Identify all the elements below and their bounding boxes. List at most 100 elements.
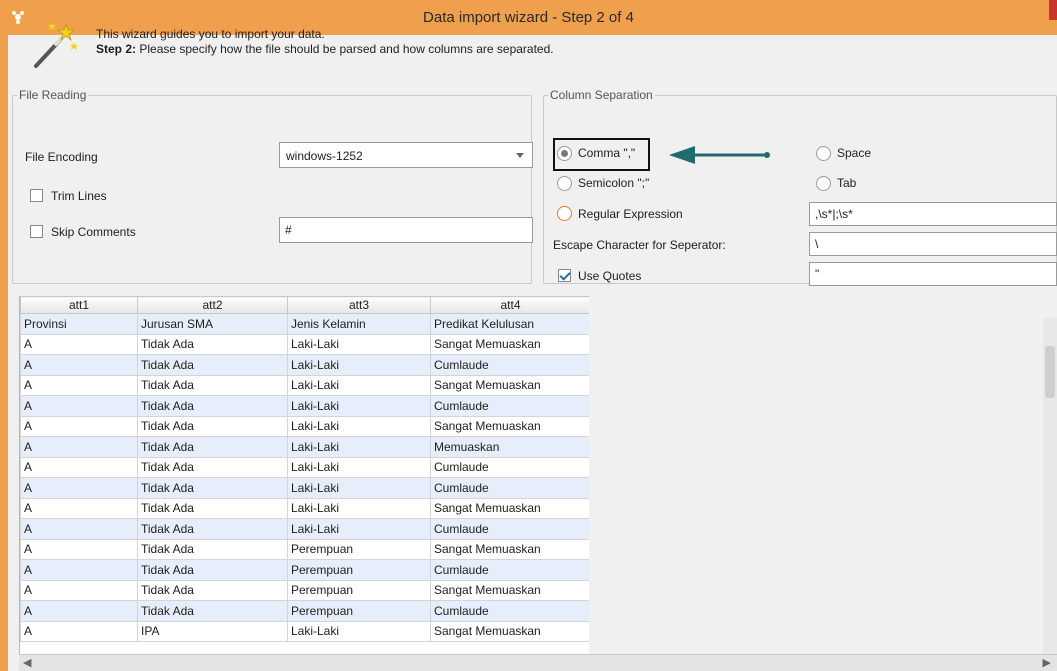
- skip-comments-checkbox[interactable]: [30, 225, 43, 238]
- table-row[interactable]: A Tidak Ada Laki-Laki Cumlaude: [20, 518, 589, 540]
- column-separation-legend: Column Separation: [550, 88, 653, 102]
- table-cell: A: [20, 477, 138, 499]
- table-cell: Cumlaude: [430, 477, 589, 499]
- preview-table: att1 att2 att3 att4 Provinsi Jurusan SMA Jeni…: [20, 296, 589, 642]
- table-cell: Memuaskan: [430, 436, 589, 458]
- table-cell: A: [20, 395, 138, 417]
- vertical-scroll-thumb[interactable]: [1045, 346, 1055, 398]
- horizontal-scrollbar[interactable]: ◀ ▶: [19, 654, 1057, 671]
- step-label: Step 2:: [96, 42, 137, 56]
- table-cell: Tidak Ada: [137, 497, 288, 519]
- scroll-left-icon[interactable]: ◀: [23, 656, 31, 669]
- tab-label: Tab: [837, 176, 857, 190]
- file-encoding-value: windows-1252: [286, 149, 363, 163]
- table-cell: Sangat Memuaskan: [430, 579, 589, 601]
- file-encoding-label: File Encoding: [25, 150, 98, 164]
- table-cell: Jurusan SMA: [137, 313, 288, 335]
- table-cell: Jenis Kelamin: [287, 313, 431, 335]
- intro-line-2: Step 2: Please specify how the file shou…: [96, 42, 554, 57]
- table-cell: Predikat Kelulusan: [430, 313, 589, 335]
- column-header[interactable]: att1: [20, 296, 138, 314]
- escape-char-label: Escape Character for Seperator:: [553, 238, 726, 252]
- table-cell: Sangat Memuaskan: [430, 333, 589, 355]
- table-cell: A: [20, 374, 138, 396]
- column-header[interactable]: att2: [137, 296, 288, 314]
- table-row[interactable]: A Tidak Ada Perempuan Cumlaude: [20, 600, 589, 622]
- table-cell: Tidak Ada: [137, 436, 288, 458]
- table-cell: A: [20, 456, 138, 478]
- table-cell: Tidak Ada: [137, 354, 288, 376]
- table-cell: Cumlaude: [430, 600, 589, 622]
- table-cell: Tidak Ada: [137, 600, 288, 622]
- table-row[interactable]: A Tidak Ada Laki-Laki Sangat Memuaskan: [20, 415, 589, 437]
- table-cell: A: [20, 333, 138, 355]
- table-cell: Cumlaude: [430, 395, 589, 417]
- space-radio[interactable]: [816, 146, 831, 161]
- table-cell: Sangat Memuaskan: [430, 620, 589, 642]
- table-row[interactable]: A Tidak Ada Perempuan Cumlaude: [20, 559, 589, 581]
- regex-label: Regular Expression: [578, 207, 683, 221]
- table-cell: A: [20, 600, 138, 622]
- table-row[interactable]: A IPA Laki-Laki Sangat Memuaskan: [20, 620, 589, 642]
- table-cell: Laki-Laki: [287, 374, 431, 396]
- table-cell: A: [20, 579, 138, 601]
- space-label: Space: [837, 146, 872, 160]
- table-cell: Sangat Memuaskan: [430, 538, 589, 560]
- table-cell: Cumlaude: [430, 559, 589, 581]
- escape-char-input[interactable]: [809, 232, 1057, 256]
- table-cell: Tidak Ada: [137, 395, 288, 417]
- comma-highlight-box: [553, 138, 650, 171]
- table-row[interactable]: A Tidak Ada Laki-Laki Cumlaude: [20, 477, 589, 499]
- table-row[interactable]: A Tidak Ada Laki-Laki Sangat Memuaskan: [20, 333, 589, 355]
- table-row[interactable]: A Tidak Ada Laki-Laki Memuaskan: [20, 436, 589, 458]
- table-cell: Tidak Ada: [137, 456, 288, 478]
- comment-char-input[interactable]: [279, 217, 533, 243]
- table-cell: Laki-Laki: [287, 333, 431, 355]
- table-cell: Tidak Ada: [137, 518, 288, 540]
- table-row[interactable]: A Tidak Ada Laki-Laki Sangat Memuaskan: [20, 374, 589, 396]
- table-row[interactable]: A Tidak Ada Laki-Laki Sangat Memuaskan: [20, 497, 589, 519]
- table-cell: Perempuan: [287, 600, 431, 622]
- intro-line-1: This wizard guides you to import your da…: [96, 27, 325, 41]
- scroll-right-icon[interactable]: ▶: [1043, 656, 1051, 669]
- column-header[interactable]: att3: [287, 296, 431, 314]
- intro-text: This wizard guides you to import your da…: [96, 27, 554, 57]
- table-row[interactable]: Provinsi Jurusan SMA Jenis Kelamin Predikat…: [20, 313, 589, 335]
- table-cell: Laki-Laki: [287, 477, 431, 499]
- trim-lines-checkbox[interactable]: [30, 189, 43, 202]
- table-cell: Laki-Laki: [287, 354, 431, 376]
- use-quotes-checkbox[interactable]: [558, 269, 571, 282]
- preview-table-container: att1 att2 att3 att4 Provinsi Jurusan SMA Jeni…: [19, 296, 589, 671]
- regex-radio[interactable]: [557, 206, 572, 221]
- semicolon-radio[interactable]: [557, 176, 572, 191]
- file-reading-legend: File Reading: [19, 88, 87, 102]
- file-encoding-select[interactable]: windows-1252: [279, 142, 533, 168]
- chevron-down-icon: [516, 153, 524, 158]
- table-cell: Tidak Ada: [137, 579, 288, 601]
- table-row[interactable]: A Tidak Ada Perempuan Sangat Memuaskan: [20, 538, 589, 560]
- table-cell: A: [20, 620, 138, 642]
- use-quotes-label: Use Quotes: [578, 269, 642, 283]
- table-row[interactable]: A Tidak Ada Laki-Laki Cumlaude: [20, 354, 589, 376]
- table-cell: Tidak Ada: [137, 559, 288, 581]
- table-row[interactable]: A Tidak Ada Laki-Laki Cumlaude: [20, 456, 589, 478]
- table-row[interactable]: A Tidak Ada Perempuan Sangat Memuaskan: [20, 579, 589, 601]
- table-cell: Laki-Laki: [287, 620, 431, 642]
- table-cell: Laki-Laki: [287, 415, 431, 437]
- quote-char-input[interactable]: [809, 262, 1057, 286]
- arrow-annotation-icon: [669, 146, 770, 164]
- table-row[interactable]: A Tidak Ada Laki-Laki Cumlaude: [20, 395, 589, 417]
- table-header-row: att1 att2 att3 att4: [20, 296, 589, 314]
- table-cell: Sangat Memuaskan: [430, 415, 589, 437]
- table-body: Provinsi Jurusan SMA Jenis Kelamin Predikat…: [20, 313, 589, 642]
- table-cell: IPA: [137, 620, 288, 642]
- vertical-scrollbar[interactable]: [1043, 318, 1057, 654]
- tab-radio[interactable]: [816, 176, 831, 191]
- table-cell: Cumlaude: [430, 354, 589, 376]
- table-cell: Laki-Laki: [287, 518, 431, 540]
- column-header[interactable]: att4: [430, 296, 589, 314]
- regex-input[interactable]: [809, 202, 1057, 226]
- table-cell: Perempuan: [287, 538, 431, 560]
- table-cell: Provinsi: [20, 313, 138, 335]
- close-button[interactable]: [1049, 0, 1057, 20]
